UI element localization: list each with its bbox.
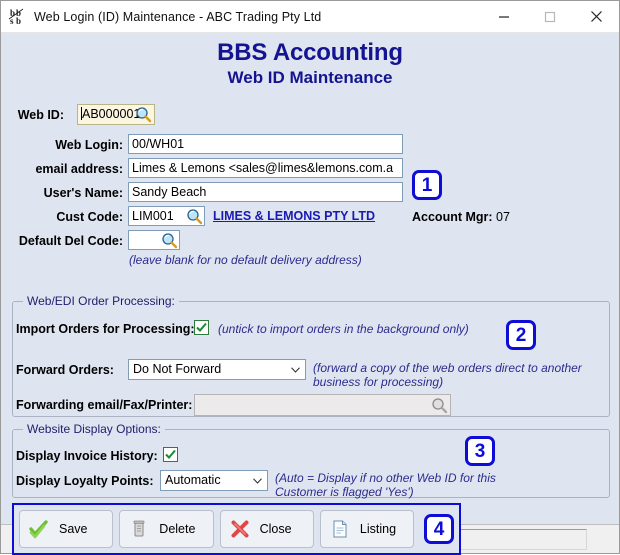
account-mgr: Account Mgr: 07: [412, 210, 510, 224]
display-loyalty-points-label: Display Loyalty Points:: [16, 474, 154, 488]
users-name-label: User's Name:: [43, 186, 123, 200]
close-button[interactable]: [573, 1, 619, 32]
cust-code-label: Cust Code:: [56, 210, 123, 224]
web-id-label: Web ID:: [17, 108, 64, 122]
import-orders-label: Import Orders for Processing:: [16, 322, 195, 336]
listing-button-label: Listing: [359, 522, 397, 536]
magnifier-icon[interactable]: [135, 106, 152, 123]
svg-text:b: b: [16, 16, 21, 26]
window-title: Web Login (ID) Maintenance - ABC Trading…: [34, 9, 322, 24]
document-icon: [330, 519, 350, 539]
forwarding-target-input[interactable]: [194, 394, 451, 416]
button-bar: Save Delete Close Listing 4: [12, 503, 461, 555]
trash-icon: [129, 519, 149, 539]
title-bar: b b s b Web Login (ID) Maintenance - ABC…: [1, 1, 619, 33]
close-button-toolbar[interactable]: Close: [219, 510, 314, 548]
bbs-logo-icon: b b s b: [8, 7, 28, 27]
magnifier-icon[interactable]: [431, 397, 448, 414]
users-name-input[interactable]: Sandy Beach: [128, 182, 403, 202]
magnifier-icon[interactable]: [186, 208, 203, 225]
window-controls: [481, 1, 619, 32]
save-button-label: Save: [59, 522, 88, 536]
forwarding-target-label: Forwarding email/Fax/Printer:: [16, 398, 193, 412]
delete-button[interactable]: Delete: [119, 510, 214, 548]
import-orders-checkbox[interactable]: [194, 320, 209, 335]
display-invoice-history-checkbox[interactable]: [163, 447, 178, 462]
web-id-value: AB000001: [82, 107, 141, 121]
website-display-group-legend: Website Display Options:: [23, 422, 165, 436]
magnifier-icon[interactable]: [161, 232, 178, 249]
web-edi-group-legend: Web/EDI Order Processing:: [23, 294, 179, 308]
import-orders-hint: (untick to import orders in the backgrou…: [218, 322, 469, 336]
save-button[interactable]: Save: [19, 510, 114, 548]
display-loyalty-points-hint: (Auto = Display if no other Web ID for t…: [275, 471, 496, 499]
account-mgr-value: 07: [496, 210, 510, 224]
display-invoice-history-label: Display Invoice History:: [16, 449, 158, 463]
display-loyalty-points-value: Automatic: [165, 473, 221, 487]
forward-orders-hint: (forward a copy of the web orders direct…: [313, 361, 582, 389]
listing-button[interactable]: Listing: [319, 510, 415, 548]
green-check-icon: [29, 519, 49, 539]
red-x-icon: [230, 519, 250, 539]
default-del-code-label: Default Del Code:: [18, 234, 123, 248]
web-login-input[interactable]: 00/WH01: [128, 134, 403, 154]
close-button-label: Close: [259, 522, 292, 536]
callout-badge-3: 3: [465, 436, 495, 466]
client-area: BBS Accounting Web ID Maintenance Web ID…: [1, 33, 619, 555]
email-address-input[interactable]: Limes & Lemons <sales@limes&lemons.com.a: [128, 158, 403, 178]
account-mgr-label: Account Mgr:: [412, 210, 493, 224]
web-login-label: Web Login:: [55, 138, 123, 152]
default-del-code-hint: (leave blank for no default delivery add…: [129, 253, 362, 267]
delete-button-label: Delete: [159, 522, 196, 536]
forward-orders-select[interactable]: Do Not Forward: [128, 359, 306, 380]
callout-badge-4: 4: [424, 514, 454, 544]
customer-name-link[interactable]: LIMES & LEMONS PTY LTD: [213, 209, 375, 223]
display-loyalty-points-select[interactable]: Automatic: [160, 470, 268, 491]
callout-badge-2: 2: [506, 320, 536, 350]
page-subtitle: Web ID Maintenance: [227, 68, 393, 87]
chevron-down-icon: [253, 478, 262, 484]
callout-badge-1: 1: [412, 170, 442, 200]
forward-orders-label: Forward Orders:: [16, 363, 114, 377]
forward-orders-value: Do Not Forward: [133, 362, 222, 376]
maximize-button[interactable]: [527, 1, 573, 32]
application-window: b b s b Web Login (ID) Maintenance - ABC…: [0, 0, 620, 555]
chevron-down-icon: [291, 367, 300, 373]
minimize-button[interactable]: [481, 1, 527, 32]
page-title: BBS Accounting: [217, 39, 403, 66]
email-address-label: email address:: [35, 162, 123, 176]
